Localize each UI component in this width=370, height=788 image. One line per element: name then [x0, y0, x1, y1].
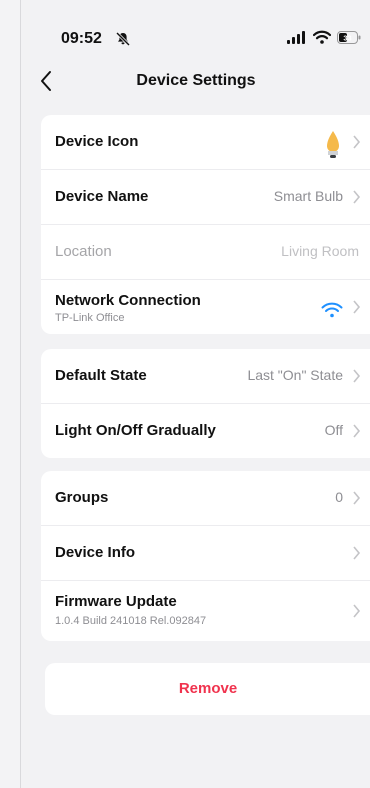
device-info-row[interactable]: Device Info: [41, 526, 370, 581]
device-info-section: Groups 0 Device Info Firmware Update 1.0…: [41, 471, 370, 641]
location-label: Location: [55, 243, 112, 260]
device-name-row[interactable]: Device Name Smart Bulb: [41, 170, 370, 225]
chevron-right-icon: [353, 369, 361, 383]
remove-button[interactable]: Remove: [45, 663, 370, 715]
device-name-value: Smart Bulb: [273, 188, 343, 204]
default-state-value: Last "On" State: [247, 367, 343, 383]
chevron-right-icon: [353, 135, 361, 149]
chevron-right-icon: [353, 491, 361, 505]
groups-value: 0: [335, 489, 343, 505]
light-behavior-section: Default State Last "On" State Light On/O…: [41, 349, 370, 458]
location-row: Location Living Room: [41, 225, 370, 280]
phone-screen: 09:52 33 Device Settings Device Icon Dev…: [20, 0, 370, 788]
network-connection-row[interactable]: Network Connection TP-Link Office: [41, 280, 370, 334]
location-value: Living Room: [281, 243, 359, 259]
status-time: 09:52: [61, 30, 102, 47]
default-state-label: Default State: [55, 367, 147, 384]
chevron-right-icon: [353, 424, 361, 438]
page-title: Device Settings: [136, 72, 256, 89]
battery-level: 33: [343, 33, 351, 42]
device-icon-label: Device Icon: [55, 133, 139, 150]
groups-label: Groups: [55, 489, 109, 506]
bulb-icon: [327, 131, 339, 158]
chevron-right-icon: [353, 546, 361, 560]
device-info-label: Device Info: [55, 544, 136, 561]
default-state-row[interactable]: Default State Last "On" State: [41, 349, 370, 404]
gradual-row[interactable]: Light On/Off Gradually Off: [41, 404, 370, 458]
firmware-update-row[interactable]: Firmware Update 1.0.4 Build 241018 Rel.0…: [41, 581, 370, 641]
gradual-label: Light On/Off Gradually: [55, 422, 216, 439]
system-indicators: 33: [287, 30, 361, 44]
firmware-version: 1.0.4 Build 241018 Rel.092847: [55, 615, 207, 627]
device-name-label: Device Name: [55, 188, 149, 205]
chevron-right-icon: [353, 300, 361, 314]
remove-label: Remove: [178, 680, 238, 697]
groups-row[interactable]: Groups 0: [41, 471, 370, 526]
firmware-update-label: Firmware Update: [55, 593, 177, 610]
gradual-value: Off: [324, 422, 343, 438]
bell-slash-icon: [115, 31, 131, 47]
chevron-right-icon: [353, 190, 361, 204]
device-section: Device Icon Device Name Smart Bulb Locat…: [41, 115, 370, 334]
wifi-icon: [321, 302, 343, 318]
device-icon-row[interactable]: Device Icon: [41, 115, 370, 170]
cellular-icon: [287, 30, 305, 44]
network-name: TP-Link Office: [55, 312, 125, 324]
wifi-icon: [313, 30, 331, 44]
navigation-bar: Device Settings: [21, 60, 370, 104]
network-connection-label: Network Connection: [55, 292, 201, 309]
chevron-right-icon: [353, 604, 361, 618]
battery-icon: 33: [337, 30, 361, 44]
